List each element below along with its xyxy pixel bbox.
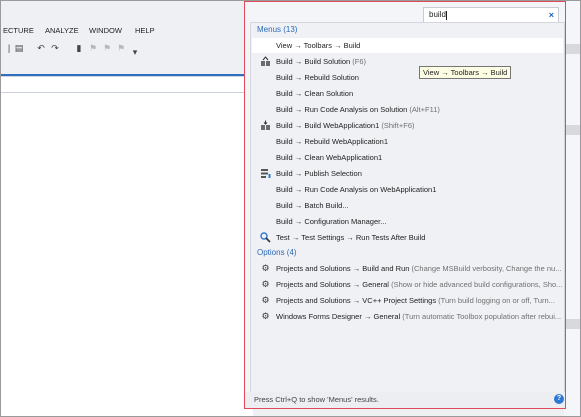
menu-bar: ECTURE ANALYZE WINDOW HELP <box>1 23 261 37</box>
gear-icon: ⚙ <box>261 279 270 289</box>
option-row[interactable]: ⚙ Windows Forms Designer → General (Turn… <box>252 309 563 324</box>
toolbar-overflow-icon[interactable]: ▾ <box>129 46 141 58</box>
result-row[interactable]: Build → Build Solution (F6) <box>252 54 563 69</box>
visual-studio-window: ECTURE ANALYZE WINDOW HELP | ▤ ↶ ↷ ▮ ⚑ ⚑… <box>0 0 581 417</box>
result-row[interactable]: Build → Rebuild WebApplication1 <box>252 134 563 149</box>
strip-block <box>564 44 580 54</box>
result-label: Projects and Solutions → VC++ Project Se… <box>276 296 555 305</box>
result-label: Build → Run Code Analysis on WebApplicat… <box>276 185 437 194</box>
result-label: Build → Clean Solution <box>276 89 354 98</box>
tooltip: View → Toolbars → Build <box>419 66 512 79</box>
result-row[interactable]: Build → Publish Selection <box>252 166 563 181</box>
toolbar: | ▤ ↶ ↷ ▮ ⚑ ⚑ ⚑ ▾ <box>1 38 261 58</box>
build-project-icon <box>260 120 271 131</box>
menus-group-header: Menus (13) <box>257 25 298 34</box>
result-row[interactable]: Build → Batch Build... <box>252 198 563 213</box>
quick-launch-popup: × Menus (13) View → Toolbars → Build Bui… <box>244 1 566 409</box>
menu-help[interactable]: HELP <box>135 26 155 35</box>
result-label: Build → Batch Build... <box>276 201 349 210</box>
gear-icon: ⚙ <box>261 311 270 321</box>
result-label: Build → Configuration Manager... <box>276 217 387 226</box>
close-icon[interactable]: × <box>549 8 554 22</box>
menu-architecture[interactable]: ECTURE <box>3 26 34 35</box>
option-row[interactable]: ⚙ Projects and Solutions → General (Show… <box>252 277 563 292</box>
option-row[interactable]: ⚙ Projects and Solutions → VC++ Project … <box>252 293 563 308</box>
publish-icon <box>260 168 271 179</box>
editor-divider <box>1 92 253 93</box>
result-label: Build → Rebuild WebApplication1 <box>276 137 389 146</box>
result-label: Windows Forms Designer → General (Turn a… <box>276 312 562 321</box>
copy-icon[interactable]: ▤ <box>13 42 25 54</box>
result-row[interactable]: Build → Configuration Manager... <box>252 214 563 229</box>
result-row[interactable]: Build → Clean Solution <box>252 86 563 101</box>
menu-analyze[interactable]: ANALYZE <box>45 26 79 35</box>
result-label: Build → Publish Selection <box>276 169 362 178</box>
menu-window[interactable]: WINDOW <box>89 26 122 35</box>
result-row[interactable]: Build → Build WebApplication1 (Shift+F6) <box>252 118 563 133</box>
test-settings-icon <box>260 232 271 243</box>
result-label: Test → Test Settings → Run Tests After B… <box>276 233 426 242</box>
editor-area <box>1 76 253 416</box>
result-label: Build → Clean WebApplication1 <box>276 153 383 162</box>
result-row[interactable]: Build → Rebuild Solution <box>252 70 563 85</box>
result-label: View → Toolbars → Build <box>276 41 361 50</box>
result-row[interactable]: Build → Run Code Analysis on WebApplicat… <box>252 182 563 197</box>
prev-bookmark-icon[interactable]: ⚑ <box>87 42 99 54</box>
results-panel: Menus (13) View → Toolbars → Build Build… <box>250 22 565 393</box>
result-label: Build → Run Code Analysis on Solution (A… <box>276 105 440 114</box>
build-solution-icon <box>260 56 271 67</box>
result-label: Build → Build Solution (F6) <box>276 57 367 66</box>
result-label: Projects and Solutions → Build and Run (… <box>276 264 562 273</box>
result-row[interactable]: View → Toolbars → Build <box>252 38 563 53</box>
forward-icon[interactable]: ↷ <box>49 42 61 54</box>
result-label: Projects and Solutions → General (Show o… <box>276 280 563 289</box>
quick-launch-search-box[interactable]: × <box>423 7 559 23</box>
right-scroll-strip <box>564 1 580 416</box>
next-bookmark-icon[interactable]: ⚑ <box>101 42 113 54</box>
result-label: Build → Rebuild Solution <box>276 73 359 82</box>
popup-status-bar: Press Ctrl+Q to show 'Menus' results. ? <box>245 392 565 408</box>
result-row[interactable]: Test → Test Settings → Run Tests After B… <box>252 230 563 245</box>
text-caret <box>446 11 447 20</box>
result-label: Build → Build WebApplication1 (Shift+F6) <box>276 121 415 130</box>
bookmark-icon[interactable]: ▮ <box>73 42 85 54</box>
result-row[interactable]: Build → Clean WebApplication1 <box>252 150 563 165</box>
strip-block <box>564 319 580 329</box>
gear-icon: ⚙ <box>261 295 270 305</box>
gear-icon: ⚙ <box>261 263 270 273</box>
options-group-header: Options (4) <box>257 248 297 257</box>
clear-bookmarks-icon[interactable]: ⚑ <box>115 42 127 54</box>
help-icon[interactable]: ? <box>554 394 564 404</box>
back-icon[interactable]: ↶ <box>35 42 47 54</box>
status-text: Press Ctrl+Q to show 'Menus' results. <box>254 395 379 404</box>
strip-block <box>564 125 580 135</box>
option-row[interactable]: ⚙ Projects and Solutions → Build and Run… <box>252 261 563 276</box>
result-row[interactable]: Build → Run Code Analysis on Solution (A… <box>252 102 563 117</box>
